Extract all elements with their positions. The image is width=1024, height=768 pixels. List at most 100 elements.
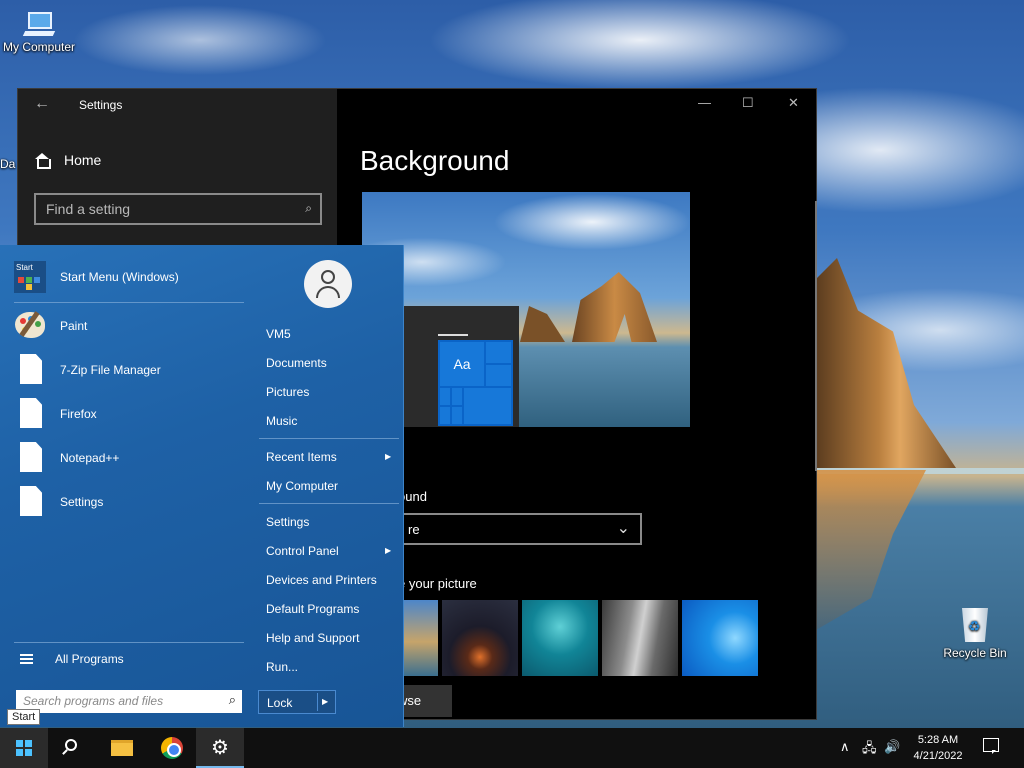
- start-menu: Start Start Menu (Windows) Paint 7-Zip F…: [0, 245, 404, 727]
- pinned-7zip[interactable]: 7-Zip File Manager: [14, 354, 161, 386]
- start-button[interactable]: [0, 728, 48, 768]
- desktop-icon-label: My Computer: [2, 40, 76, 54]
- desktop-icon-label: Da: [0, 157, 16, 171]
- divider: [14, 642, 244, 643]
- start-search-input[interactable]: Search programs and files ⌕: [16, 690, 242, 713]
- document-icon: [14, 486, 46, 518]
- nav-home-label: Home: [64, 152, 102, 168]
- taskbar-search-button[interactable]: [48, 728, 96, 768]
- pinned-paint[interactable]: Paint: [14, 310, 87, 342]
- user-avatar[interactable]: [304, 260, 352, 308]
- place-my-computer[interactable]: My Computer: [266, 479, 338, 493]
- start-tooltip: Start: [7, 709, 41, 725]
- picture-thumb-5[interactable]: [682, 600, 758, 676]
- find-setting-input[interactable]: Find a setting ⌕: [34, 193, 322, 225]
- lock-label: Lock: [267, 696, 293, 710]
- network-icon[interactable]: 🖧: [862, 739, 877, 761]
- taskbar-chrome[interactable]: [148, 728, 196, 768]
- user-icon-shoulders: [316, 286, 340, 298]
- taskbar: ⚙ ∧ 🖧 🔊 5:28 AM 4/21/2022: [0, 728, 1024, 768]
- minimize-button[interactable]: —: [698, 95, 711, 110]
- choose-picture-label: e your picture: [398, 576, 477, 591]
- preview-title-bar: [438, 334, 468, 336]
- close-button[interactable]: ✕: [788, 95, 799, 111]
- desktop-icon-recycle-bin[interactable]: ♻ Recycle Bin: [930, 604, 1020, 660]
- place-run[interactable]: Run...: [266, 660, 298, 674]
- pinned-label: Settings: [60, 495, 104, 509]
- chevron-down-icon: ⌄: [616, 520, 630, 537]
- picture-thumb-1[interactable]: [402, 600, 438, 676]
- pinned-label: Notepad++: [60, 451, 120, 465]
- clock-time: 5:28 AM: [917, 734, 959, 746]
- all-programs-button[interactable]: All Programs: [20, 652, 124, 666]
- picture-thumb-4[interactable]: [602, 600, 678, 676]
- submenu-arrow-icon: ▶: [385, 546, 392, 555]
- pinned-notepad-plus-plus[interactable]: Notepad++: [14, 442, 119, 474]
- computer-icon: [22, 10, 56, 38]
- windows-logo-icon: [16, 740, 32, 756]
- start-icon-text: Start: [16, 263, 33, 272]
- divider: [259, 438, 399, 439]
- volume-icon[interactable]: 🔊: [884, 739, 900, 755]
- divider: [259, 503, 399, 504]
- start-menu-programs: Start Start Menu (Windows) Paint 7-Zip F…: [0, 245, 254, 727]
- place-recent-items[interactable]: Recent Items: [266, 450, 337, 464]
- scrollbar[interactable]: [815, 201, 817, 471]
- pinned-settings[interactable]: Settings: [14, 486, 103, 518]
- place-documents[interactable]: Documents: [266, 356, 327, 370]
- preview-tile-text: Aa: [440, 342, 484, 386]
- taskbar-file-explorer[interactable]: [98, 728, 146, 768]
- lock-divider: [317, 693, 318, 711]
- user-icon: [321, 270, 335, 284]
- desktop-icon-my-computer[interactable]: My Computer: [0, 10, 84, 54]
- taskbar-settings[interactable]: ⚙: [196, 728, 244, 768]
- clock-date: 4/21/2022: [913, 750, 963, 762]
- place-music[interactable]: Music: [266, 414, 297, 428]
- document-icon: [14, 442, 46, 474]
- folder-icon: [111, 740, 133, 756]
- gear-icon: ⚙: [211, 737, 229, 759]
- picture-thumb-3[interactable]: [522, 600, 598, 676]
- lock-options-arrow-icon[interactable]: ▶: [322, 697, 328, 706]
- back-button[interactable]: ←: [34, 95, 50, 113]
- find-setting-placeholder: Find a setting: [46, 201, 131, 217]
- pinned-firefox[interactable]: Firefox: [14, 398, 97, 430]
- background-type-dropdown[interactable]: re ⌄: [398, 513, 642, 545]
- lock-button[interactable]: Lock ▶: [258, 690, 336, 714]
- notifications-icon[interactable]: [983, 738, 999, 754]
- place-default-programs[interactable]: Default Programs: [266, 602, 359, 616]
- chrome-icon: [161, 737, 183, 759]
- search-icon: ⌕: [228, 692, 236, 707]
- search-icon: ⌕: [305, 201, 312, 215]
- pinned-label: Firefox: [60, 407, 97, 421]
- submenu-arrow-icon: ▶: [385, 452, 392, 461]
- place-devices-and-printers[interactable]: Devices and Printers: [266, 573, 377, 587]
- place-vm5[interactable]: VM5: [266, 327, 291, 341]
- place-help-and-support[interactable]: Help and Support: [266, 631, 359, 645]
- all-programs-label: All Programs: [55, 652, 124, 666]
- paint-icon: [14, 310, 46, 342]
- preview-tiles: Aa: [438, 340, 513, 426]
- place-settings[interactable]: Settings: [266, 515, 309, 529]
- recycle-bin-icon: ♻: [959, 604, 991, 644]
- place-control-panel[interactable]: Control Panel: [266, 544, 339, 558]
- taskbar-clock[interactable]: 5:28 AM 4/21/2022: [906, 732, 970, 764]
- background-type-value: re: [408, 522, 420, 537]
- place-pictures[interactable]: Pictures: [266, 385, 309, 399]
- picture-thumb-2[interactable]: [442, 600, 518, 676]
- search-icon: [65, 739, 77, 751]
- document-icon: [14, 398, 46, 430]
- pinned-label: 7-Zip File Manager: [60, 363, 161, 377]
- pinned-start-menu-windows[interactable]: Start Start Menu (Windows): [14, 261, 179, 293]
- maximize-button[interactable]: ☐: [742, 95, 754, 111]
- desktop-icon-label: Recycle Bin: [943, 646, 1007, 660]
- window-title: Settings: [79, 98, 123, 112]
- divider: [14, 302, 244, 303]
- start-menu-icon: Start: [14, 261, 46, 293]
- browse-button[interactable]: wse: [398, 685, 452, 717]
- preview-rock-small: [520, 306, 565, 342]
- home-icon: [34, 153, 51, 169]
- nav-home[interactable]: Home: [34, 152, 102, 169]
- tray-overflow-chevron-icon[interactable]: ∧: [840, 739, 850, 755]
- page-title: Background: [360, 145, 510, 176]
